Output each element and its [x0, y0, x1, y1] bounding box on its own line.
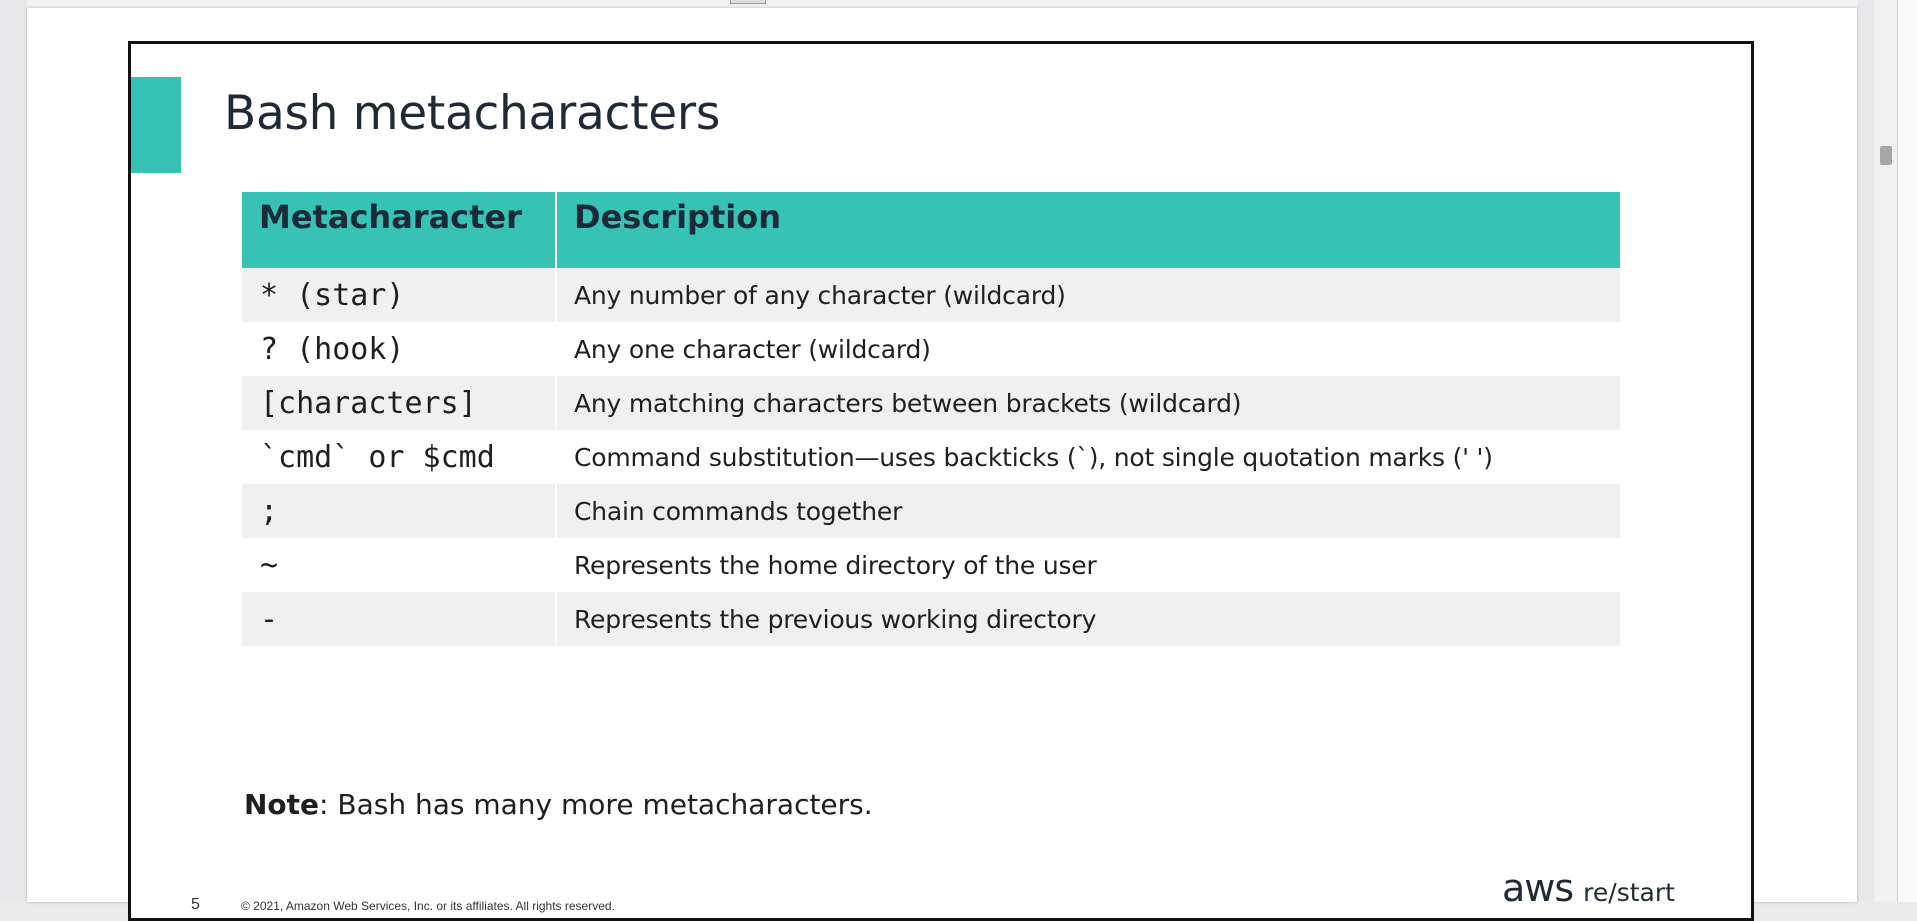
description-cell: Represents the home directory of the use…: [556, 538, 1620, 592]
description-cell: Represents the previous working director…: [556, 592, 1620, 646]
metachar-cell: * (star): [242, 268, 557, 322]
restart-logo-text: re/start: [1583, 878, 1675, 907]
aws-restart-logo: aws re/start: [1502, 866, 1675, 910]
copyright-text: © 2021, Amazon Web Services, Inc. or its…: [241, 899, 615, 913]
metachar-cell: `cmd` or $cmd: [242, 430, 557, 484]
page-separator-handle[interactable]: [730, 0, 766, 4]
table-row: ? (hook) Any one character (wildcard): [242, 322, 1620, 376]
metachar-cell: ? (hook): [242, 322, 557, 376]
slide-title: Bash metacharacters: [224, 86, 721, 141]
metacharacter-table: Metacharacter Description * (star) Any n…: [242, 192, 1620, 646]
table-row: * (star) Any number of any character (wi…: [242, 268, 1620, 322]
description-cell: Any one character (wildcard): [556, 322, 1620, 376]
metachar-cell: ;: [242, 484, 557, 538]
document-viewer: Bash metacharacters Metacharacter Descri…: [0, 0, 1917, 921]
slide-frame: Bash metacharacters Metacharacter Descri…: [128, 41, 1754, 921]
title-accent-bar: [131, 77, 181, 173]
table-row: `cmd` or $cmd Command substitution—uses …: [242, 430, 1620, 484]
header-metacharacter: Metacharacter: [242, 192, 557, 268]
description-cell: Command substitution—uses backticks (`),…: [556, 430, 1620, 484]
slide-page-number: 5: [191, 896, 200, 913]
note-text: : Bash has many more metacharacters.: [319, 788, 873, 821]
table-row: - Represents the previous working direct…: [242, 592, 1620, 646]
description-cell: Any number of any character (wildcard): [556, 268, 1620, 322]
metachar-cell: ~: [242, 538, 557, 592]
table-header-row: Metacharacter Description: [242, 192, 1620, 268]
description-cell: Chain commands together: [556, 484, 1620, 538]
slide-note: Note: Bash has many more metacharacters.: [244, 788, 873, 821]
aws-logo-text: aws: [1502, 866, 1574, 910]
table-row: [characters] Any matching characters bet…: [242, 376, 1620, 430]
header-description: Description: [556, 192, 1620, 268]
table-row: ; Chain commands together: [242, 484, 1620, 538]
description-cell: Any matching characters between brackets…: [556, 376, 1620, 430]
scrollbar-thumb[interactable]: [1880, 146, 1892, 165]
note-label: Note: [244, 788, 320, 821]
previous-page-edge: [27, 0, 1857, 8]
metachar-cell: [characters]: [242, 376, 557, 430]
metachar-cell: -: [242, 592, 557, 646]
window-scrollbar[interactable]: [1897, 0, 1917, 902]
table-row: ~ Represents the home directory of the u…: [242, 538, 1620, 592]
